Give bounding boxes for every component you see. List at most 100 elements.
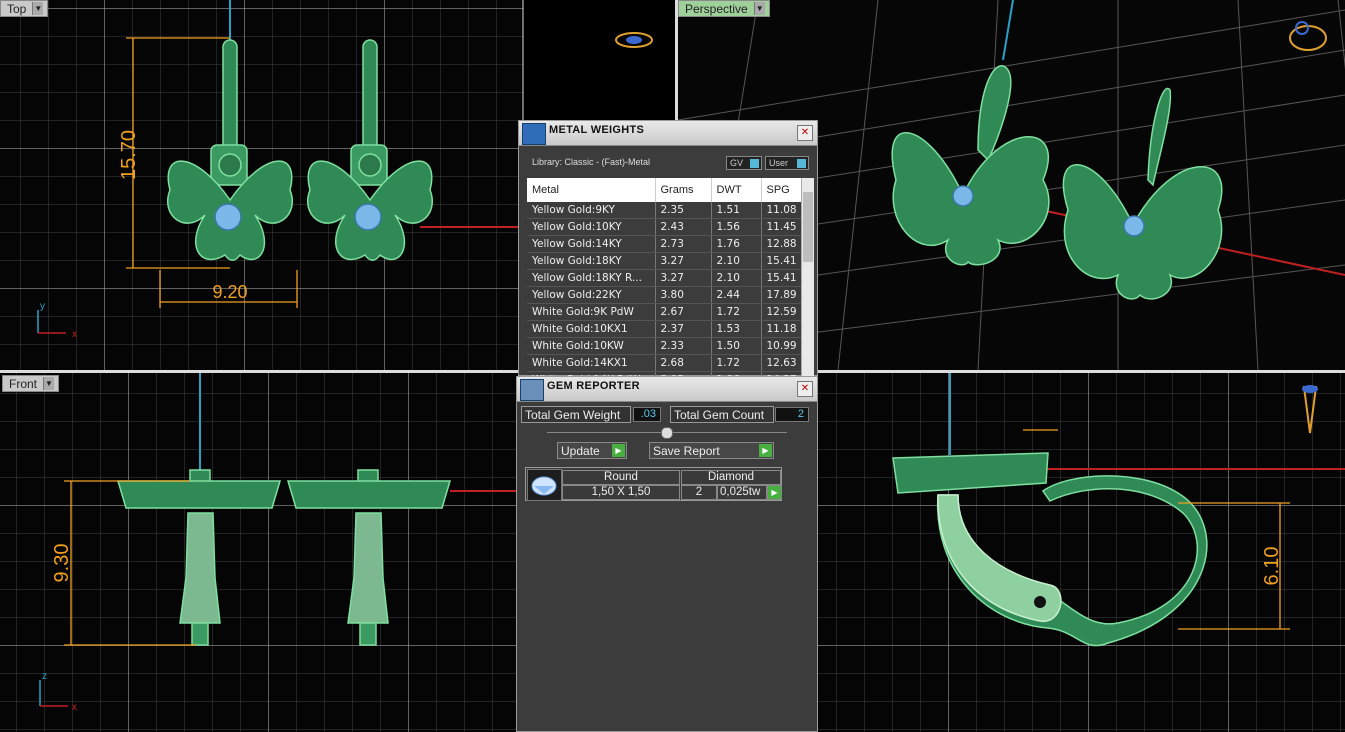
dwt-value: 1.76 <box>711 235 762 253</box>
metal-name: White Gold:10KX1 <box>527 320 656 338</box>
chevron-down-icon[interactable]: ▼ <box>32 2 44 15</box>
table-row[interactable]: Yellow Gold:10KY 2.43 1.56 11.45 <box>527 218 812 236</box>
viewport-menu-perspective[interactable]: Perspective ▼ <box>678 0 770 17</box>
total-gem-count-label: Total Gem Count <box>670 406 774 423</box>
viewport-menu-front[interactable]: Front ▼ <box>2 375 60 392</box>
close-icon[interactable]: ✕ <box>797 125 813 141</box>
table-row[interactable]: White Gold:10KW 2.33 1.50 10.99 <box>527 337 812 355</box>
grams-value: 2.33 <box>655 337 712 355</box>
svg-text:y: y <box>40 301 45 312</box>
grams-value: 2.37 <box>655 320 712 338</box>
front-height-dim: 9.30 <box>51 544 73 583</box>
table-row[interactable]: White Gold:9K PdW 2.67 1.72 12.59 <box>527 303 812 321</box>
metal-weights-scrollbar[interactable] <box>801 178 814 376</box>
axis-indicator-front: z x <box>39 671 77 713</box>
chevron-down-icon[interactable]: ▼ <box>753 2 765 15</box>
dwt-value: 2.10 <box>711 269 762 287</box>
update-button[interactable]: Update ▶ <box>557 442 627 459</box>
column-header-dwt[interactable]: DWT <box>711 178 762 202</box>
table-row[interactable]: White Gold:14KX1 2.68 1.72 12.63 <box>527 354 812 372</box>
dimension-lines-right <box>1023 429 1290 630</box>
user-toggle[interactable]: User <box>765 156 809 170</box>
table-row[interactable]: Yellow Gold:18KY 3.27 2.10 15.41 <box>527 252 812 270</box>
metal-name: Yellow Gold:14KY <box>527 235 656 253</box>
table-row[interactable]: Yellow Gold:22KY 3.80 2.44 17.89 <box>527 286 812 304</box>
gem-material: Diamond <box>681 470 781 485</box>
metal-weights-panel[interactable]: METAL WEIGHTS ✕ Library: Classic - (Fast… <box>518 120 818 389</box>
metal-name: Yellow Gold:22KY <box>527 286 656 304</box>
metal-name: Yellow Gold:10KY <box>527 218 656 236</box>
gem-weight: 0,025tw <box>717 485 767 500</box>
viewport-label-front: Front <box>9 376 38 391</box>
table-row[interactable]: Yellow Gold:9KY 2.35 1.51 11.08 <box>527 202 812 219</box>
earring-left-persp[interactable] <box>891 65 1050 266</box>
ring-navigator-icon-right[interactable] <box>1302 385 1318 434</box>
table-row[interactable]: Yellow Gold:14KY 2.73 1.76 12.88 <box>527 235 812 253</box>
total-gem-weight-label: Total Gem Weight <box>521 406 631 423</box>
earring-left-front[interactable] <box>116 469 282 646</box>
top-width-dim: 9.20 <box>212 282 247 302</box>
grams-value: 2.73 <box>655 235 712 253</box>
dwt-value: 2.10 <box>711 252 762 270</box>
grams-value: 3.27 <box>655 252 712 270</box>
close-icon[interactable]: ✕ <box>797 381 813 397</box>
metal-name: Yellow Gold:9KY <box>527 202 656 219</box>
earring-side-right[interactable] <box>892 452 1208 647</box>
gem-shape: Round <box>562 470 680 485</box>
viewport-menu-top[interactable]: Top ▼ <box>0 0 49 17</box>
metal-weights-title: METAL WEIGHTS <box>549 124 645 136</box>
gem-reporter-panel[interactable]: GEM REPORTER ✕ Total Gem Weight .03 Tota… <box>516 376 818 732</box>
play-icon: ▶ <box>759 444 772 457</box>
axis-indicator-top: y x <box>37 301 77 340</box>
gv-toggle[interactable]: GV <box>726 156 762 170</box>
gem-reporter-icon <box>520 379 544 401</box>
table-row[interactable]: Yellow Gold:18KY R... 3.27 2.10 15.41 <box>527 269 812 287</box>
grams-value: 2.68 <box>655 354 712 372</box>
viewport-label-perspective: Perspective <box>685 1 748 16</box>
gem-count: 2 <box>681 485 717 500</box>
dwt-value: 1.53 <box>711 320 762 338</box>
earring-left-top[interactable] <box>167 39 293 261</box>
metal-weights-titlebar[interactable]: METAL WEIGHTS ✕ <box>519 121 817 146</box>
grams-value: 2.67 <box>655 303 712 321</box>
svg-text:z: z <box>42 671 47 682</box>
right-height-dim: 6.10 <box>1261 547 1283 586</box>
dwt-value: 1.72 <box>711 354 762 372</box>
dwt-value: 1.56 <box>711 218 762 236</box>
save-report-button[interactable]: Save Report ▶ <box>649 442 774 459</box>
dwt-value: 1.50 <box>711 337 762 355</box>
slider-handle[interactable] <box>661 427 673 439</box>
library-label: Library: Classic - (Fast)-Metal <box>532 157 651 167</box>
grams-value: 3.27 <box>655 269 712 287</box>
dwt-value: 1.51 <box>711 202 762 219</box>
metal-name: Yellow Gold:18KY <box>527 252 656 270</box>
ring-navigator-icon-persp[interactable] <box>1289 21 1327 51</box>
total-gem-weight-value: .03 <box>633 407 661 422</box>
metal-name: White Gold:10KW <box>527 337 656 355</box>
front-viewport[interactable]: 9.30 z x Front ▼ <box>0 373 518 732</box>
svg-text:x: x <box>72 329 77 340</box>
gem-detail-button[interactable]: ▶ <box>767 485 782 500</box>
gem-size: 1,50 X 1,50 <box>562 485 680 500</box>
earring-right-top[interactable] <box>307 39 433 261</box>
svg-text:x: x <box>72 702 77 713</box>
column-header-metal[interactable]: Metal <box>527 178 656 202</box>
play-icon: ▶ <box>768 486 781 499</box>
right-viewport[interactable]: 6.10 <box>818 373 1345 732</box>
grams-value: 3.80 <box>655 286 712 304</box>
metal-weights-table: Metal Grams DWT SPG Yellow Gold:9KY 2.35 1… <box>527 178 812 389</box>
metal-weights-icon <box>522 123 546 145</box>
chevron-down-icon[interactable]: ▼ <box>43 377 55 390</box>
earring-right-persp[interactable] <box>1062 87 1223 300</box>
metal-name: Yellow Gold:18KY R... <box>527 269 656 287</box>
gem-list-item[interactable]: Round Diamond 1,50 X 1,50 2 0,025tw ▶ <box>525 467 782 501</box>
table-row[interactable]: White Gold:10KX1 2.37 1.53 11.18 <box>527 320 812 338</box>
earring-right-front[interactable] <box>286 469 452 646</box>
column-header-grams[interactable]: Grams <box>655 178 712 202</box>
viewport-label-top: Top <box>7 1 27 16</box>
total-gem-count-value: 2 <box>775 407 809 422</box>
play-icon: ▶ <box>612 444 625 457</box>
round-diamond-icon <box>527 469 562 501</box>
gem-reporter-titlebar[interactable]: GEM REPORTER ✕ <box>517 377 817 402</box>
metal-name: White Gold:9K PdW <box>527 303 656 321</box>
